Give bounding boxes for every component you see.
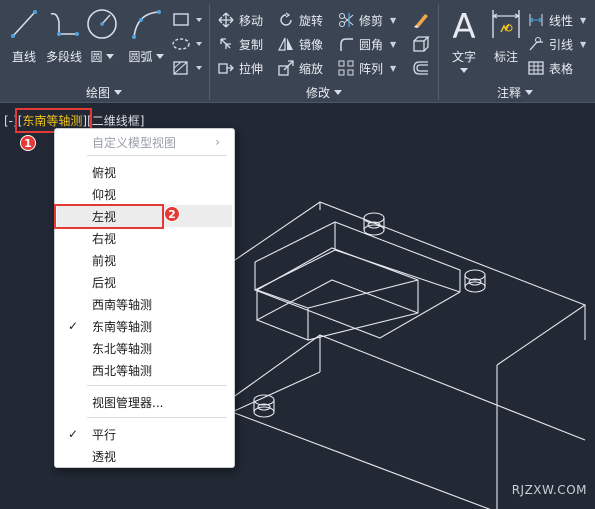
callout-box-left-view [54,204,164,229]
menu-separator [87,385,227,386]
menu-separator [87,155,227,156]
menu-item-parallel[interactable]: ✓ 平行 [55,423,234,445]
menu-item-top[interactable]: 俯视 [55,161,234,183]
isometric-part [231,201,587,509]
menu-item-sw-iso[interactable]: 西南等轴测 [55,293,234,315]
menu-item-back[interactable]: 后视 [55,271,234,293]
menu-separator [87,417,227,418]
checkmark-icon: ✓ [68,427,79,441]
checkmark-icon: ✓ [68,319,79,333]
view-context-menu: 自定义模型视图 › 俯视 仰视 左视 右视 前视 后视 西南等轴测 ✓ 东南等轴测 … [54,128,235,468]
menu-item-view-manager[interactable]: 视图管理器... [55,391,234,413]
menu-item-front[interactable]: 前视 [55,249,234,271]
submenu-arrow-icon: › [215,135,220,149]
menu-item-nw-iso[interactable]: 西北等轴测 [55,359,234,381]
callout-badge-1: 1 [20,135,36,151]
watermark: RJZXW.COM [511,483,587,497]
autocad-window: 直线 多段线 圆 圆弧 绘图 移动 旋转 修剪 ▼ 复制 镜像 圆角 ▼ 拉伸 … [0,0,595,509]
callout-badge-2: 2 [164,206,180,222]
menu-item-bottom[interactable]: 仰视 [55,183,234,205]
menu-item-right[interactable]: 右视 [55,227,234,249]
menu-item-perspective[interactable]: 透视 [55,445,234,467]
menu-item-ne-iso[interactable]: 东北等轴测 [55,337,234,359]
menu-item-se-iso[interactable]: ✓ 东南等轴测 [55,315,234,337]
menu-item-custom-views[interactable]: 自定义模型视图 › [55,131,234,153]
